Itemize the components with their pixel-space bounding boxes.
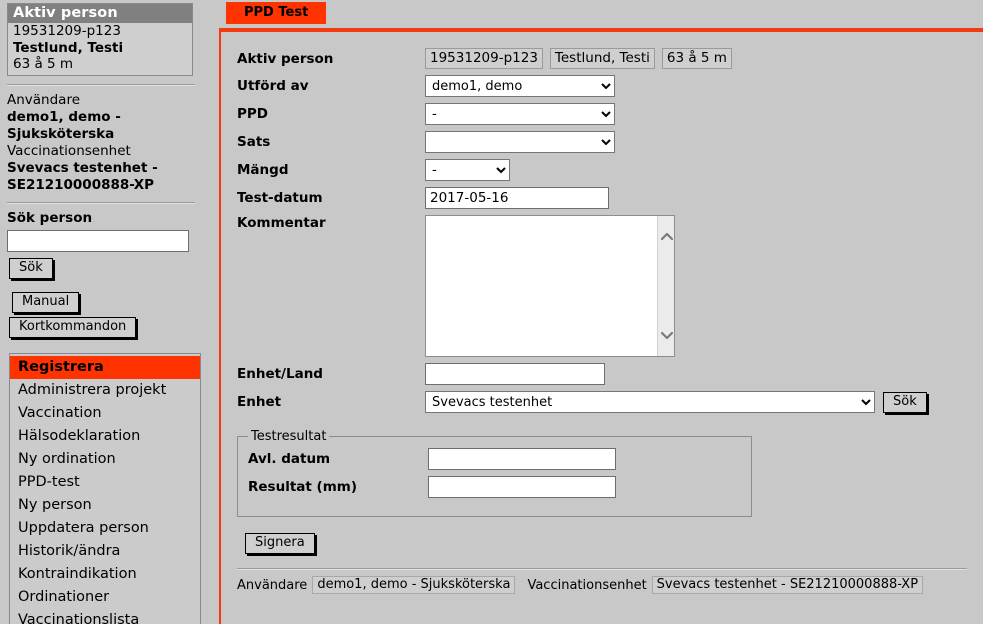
sign-button-wrap: Signera bbox=[245, 533, 983, 554]
active-person-details: 19531209-p123 Testlund, Testi 63 å 5 m bbox=[8, 23, 192, 75]
unit-country-input[interactable] bbox=[425, 363, 605, 385]
tab-bar: PPD Test bbox=[219, 0, 983, 24]
vaccination-unit-name: Svevacs testenhet - bbox=[7, 159, 158, 176]
navigation-menu: Registrera Administrera projekt Vaccinat… bbox=[9, 352, 201, 624]
user-role: Sjuksköterska bbox=[7, 125, 115, 142]
comment-textarea[interactable] bbox=[426, 216, 658, 356]
batch-label: Sats bbox=[237, 134, 271, 150]
amount-label: Mängd bbox=[237, 162, 289, 178]
test-result-fieldset: Testresultat Avl. datum Resultat (mm) bbox=[237, 429, 752, 517]
user-label: Användare bbox=[7, 91, 81, 108]
scroll-up-icon[interactable] bbox=[658, 228, 675, 245]
scroll-down-icon[interactable] bbox=[658, 327, 675, 344]
active-person-pnr-value: 19531209-p123 bbox=[425, 48, 543, 69]
ppd-test-panel: Aktiv person 19531209-p123 Testlund, Tes… bbox=[219, 28, 983, 624]
menu-item-uppdatera-person[interactable]: Uppdatera person bbox=[10, 517, 200, 540]
menu-item-vaccination[interactable]: Vaccination bbox=[10, 402, 200, 425]
menu-item-administrera-projekt[interactable]: Administrera projekt bbox=[10, 379, 200, 402]
active-person-panel: Aktiv person 19531209-p123 Testlund, Tes… bbox=[7, 3, 193, 76]
shortcuts-button[interactable]: Kortkommandon bbox=[9, 316, 137, 338]
unit-label: Enhet bbox=[237, 394, 282, 410]
footer-divider bbox=[237, 568, 967, 570]
performed-by-label: Utförd av bbox=[237, 78, 309, 94]
read-date-row: Avl. datum bbox=[248, 448, 751, 470]
test-date-label: Test-datum bbox=[237, 190, 323, 206]
ppd-label: PPD bbox=[237, 106, 268, 122]
footer-unit-value: Svevacs testenhet - SE21210000888-XP bbox=[651, 576, 924, 594]
menu-item-registrera[interactable]: Registrera bbox=[10, 355, 200, 379]
comment-label: Kommentar bbox=[237, 215, 326, 231]
comment-row: Kommentar bbox=[237, 215, 983, 357]
amount-select[interactable]: - bbox=[425, 159, 510, 181]
unit-search-button[interactable]: Sök bbox=[883, 391, 927, 413]
read-date-label: Avl. datum bbox=[248, 451, 331, 467]
unit-country-row: Enhet/Land bbox=[237, 363, 983, 385]
test-result-legend: Testresultat bbox=[251, 429, 327, 444]
active-person-age-value: 63 å 5 m bbox=[661, 48, 732, 69]
active-person-name: Testlund, Testi bbox=[13, 39, 124, 56]
ppd-select[interactable]: - bbox=[425, 103, 615, 125]
active-person-row: Aktiv person 19531209-p123 Testlund, Tes… bbox=[237, 48, 983, 69]
vaccination-unit-label: Vaccinationsenhet bbox=[7, 142, 131, 159]
menu-item-kontraindikation[interactable]: Kontraindikation bbox=[10, 563, 200, 586]
menu-item-ppd-test[interactable]: PPD-test bbox=[10, 471, 200, 494]
manual-button-wrap: Manual bbox=[0, 279, 216, 313]
sidebar: Aktiv person 19531209-p123 Testlund, Tes… bbox=[0, 0, 216, 624]
unit-country-label: Enhet/Land bbox=[237, 366, 323, 382]
menu-item-vaccinationslista[interactable]: Vaccinationslista bbox=[10, 609, 200, 624]
unit-select[interactable]: Svevacs testenhet bbox=[425, 391, 875, 413]
search-person-input[interactable] bbox=[7, 229, 189, 252]
shortcuts-button-wrap: Kortkommandon bbox=[0, 313, 216, 338]
active-person-pnr: 19531209-p123 bbox=[13, 23, 121, 39]
manual-button[interactable]: Manual bbox=[12, 291, 80, 313]
footer-unit-label: Vaccinationsenhet bbox=[527, 577, 647, 593]
footer-user-value: demo1, demo - Sjuksköterska bbox=[312, 576, 516, 594]
read-date-input[interactable] bbox=[428, 448, 616, 470]
active-person-row-label: Aktiv person bbox=[237, 50, 334, 67]
menu-item-historik-andra[interactable]: Historik/ändra bbox=[10, 540, 200, 563]
unit-row: Enhet Svevacs testenhet Sök bbox=[237, 391, 983, 413]
menu-item-ny-ordination[interactable]: Ny ordination bbox=[10, 448, 200, 471]
comment-scrollbar[interactable] bbox=[657, 216, 674, 356]
tab-ppd-test[interactable]: PPD Test bbox=[226, 2, 327, 24]
sign-button[interactable]: Signera bbox=[245, 533, 315, 554]
ppd-test-form: Aktiv person 19531209-p123 Testlund, Tes… bbox=[221, 32, 983, 594]
menu-item-ny-person[interactable]: Ny person bbox=[10, 494, 200, 517]
vaccination-unit-id: SE21210000888-XP bbox=[7, 176, 155, 193]
menu-item-ordinationer[interactable]: Ordinationer bbox=[10, 586, 200, 609]
result-mm-label: Resultat (mm) bbox=[248, 479, 358, 495]
test-date-input[interactable] bbox=[425, 187, 609, 209]
app-window: Aktiv person 19531209-p123 Testlund, Tes… bbox=[0, 0, 983, 624]
active-person-title: Aktiv person bbox=[8, 4, 192, 23]
ppd-row: PPD - bbox=[237, 103, 983, 125]
sidebar-divider-2 bbox=[7, 201, 195, 204]
footer-status-bar: Användare demo1, demo - Sjuksköterska Va… bbox=[237, 576, 983, 594]
user-name: demo1, demo - bbox=[7, 108, 121, 125]
menu-item-halsodeklaration[interactable]: Hälsodeklaration bbox=[10, 425, 200, 448]
search-button-wrap: Sök bbox=[0, 252, 216, 279]
test-date-row: Test-datum bbox=[237, 187, 983, 209]
active-person-age: 63 å 5 m bbox=[13, 56, 74, 72]
sidebar-divider-1 bbox=[7, 83, 195, 86]
footer-user-label: Användare bbox=[237, 577, 308, 593]
performed-by-select[interactable]: demo1, demo bbox=[425, 75, 615, 97]
search-button[interactable]: Sök bbox=[9, 257, 53, 279]
result-mm-input[interactable] bbox=[428, 476, 616, 498]
batch-select[interactable] bbox=[425, 131, 615, 153]
result-mm-row: Resultat (mm) bbox=[248, 476, 751, 498]
performed-by-row: Utförd av demo1, demo bbox=[237, 75, 983, 97]
main-content: PPD Test Aktiv person 19531209-p123 Test… bbox=[219, 0, 983, 624]
amount-row: Mängd - bbox=[237, 159, 983, 181]
user-info-block: Användare demo1, demo - Sjuksköterska Va… bbox=[0, 92, 216, 194]
search-person-label: Sök person bbox=[7, 209, 93, 226]
active-person-name-value: Testlund, Testi bbox=[549, 48, 655, 69]
comment-textarea-wrap bbox=[425, 215, 675, 357]
batch-row: Sats bbox=[237, 131, 983, 153]
